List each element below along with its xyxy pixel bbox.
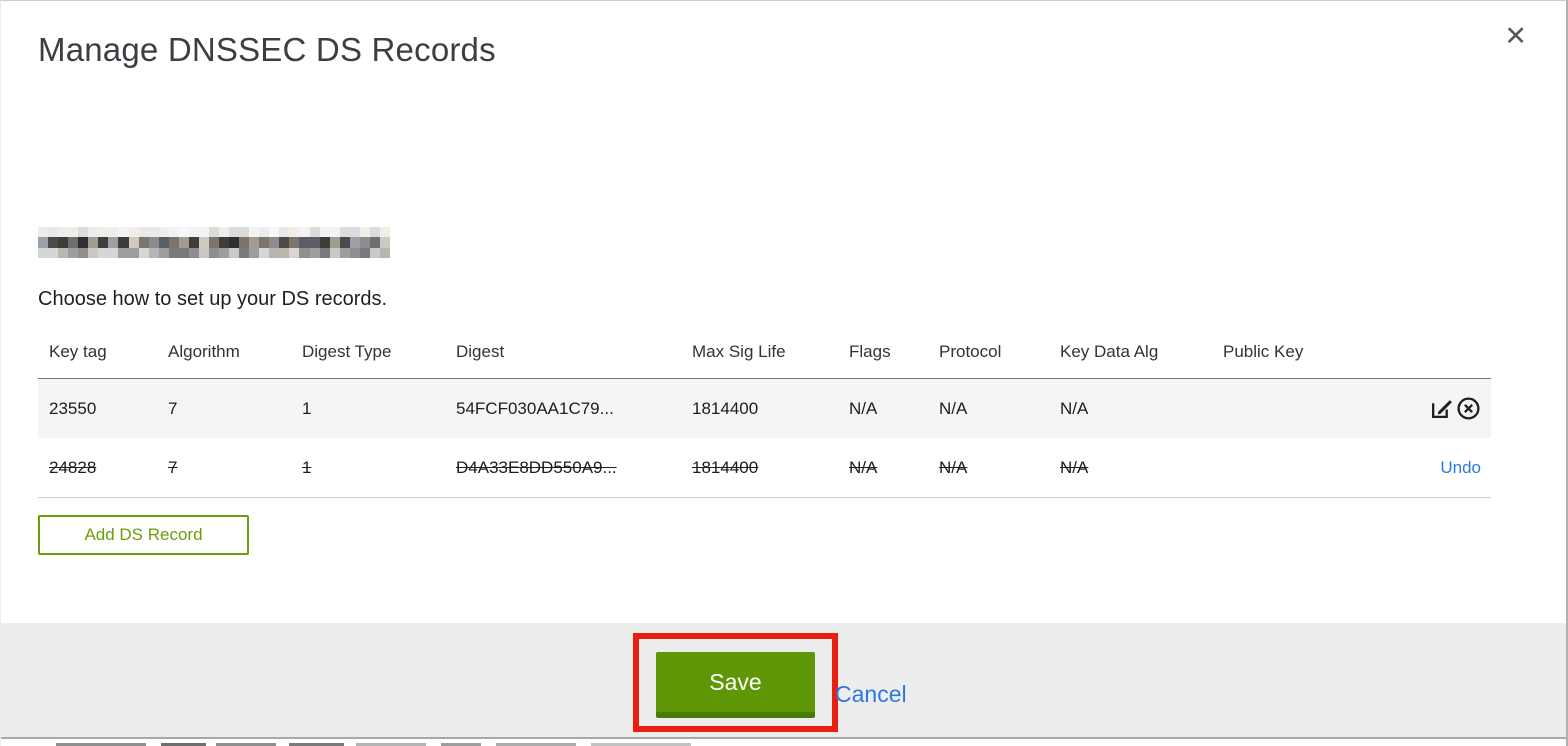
column-header-max-sig-life: Max Sig Life bbox=[692, 342, 786, 361]
cell-algorithm: 7 bbox=[168, 457, 178, 477]
cell-key-tag: 23550 bbox=[49, 398, 97, 418]
column-header-flags: Flags bbox=[849, 342, 891, 361]
cell-digest-type: 1 bbox=[302, 398, 312, 418]
cell-actions: Undo bbox=[1422, 458, 1491, 478]
cell-key-tag: 24828 bbox=[49, 457, 97, 477]
column-header-algorithm: Algorithm bbox=[168, 342, 240, 361]
dnssec-modal: Manage DNSSEC DS Records ✕ Choose how to… bbox=[0, 0, 1568, 746]
save-button[interactable]: Save bbox=[656, 652, 815, 718]
edit-record-icon[interactable] bbox=[1429, 396, 1454, 421]
cell-protocol: N/A bbox=[939, 457, 968, 477]
close-icon[interactable]: ✕ bbox=[1504, 23, 1527, 50]
cell-digest-type: 1 bbox=[302, 457, 312, 477]
column-header-public-key: Public Key bbox=[1223, 342, 1304, 361]
cell-key-data-alg: N/A bbox=[1060, 398, 1089, 418]
column-header-protocol: Protocol bbox=[939, 342, 1002, 361]
cell-key-data-alg: N/A bbox=[1060, 457, 1089, 477]
page-title: Manage DNSSEC DS Records bbox=[38, 31, 496, 68]
delete-record-icon[interactable] bbox=[1456, 396, 1481, 421]
cell-flags: N/A bbox=[849, 457, 878, 477]
table-row: 23550 7 1 54FCF030AA1C79... 1814400 N/A … bbox=[38, 378, 1491, 438]
cell-digest: D4A33E8DD550A9... bbox=[456, 457, 617, 477]
cell-digest: 54FCF030AA1C79... bbox=[456, 398, 614, 418]
cell-flags: N/A bbox=[849, 398, 878, 418]
redacted-domain-name bbox=[38, 227, 390, 258]
cell-algorithm: 7 bbox=[168, 398, 178, 418]
background-page-fragment bbox=[1, 741, 1566, 746]
cell-max-sig-life: 1814400 bbox=[692, 398, 759, 418]
table-row-deleted: 24828 7 1 D4A33E8DD550A9... 1814400 N/A … bbox=[38, 438, 1491, 498]
cell-actions bbox=[1422, 396, 1491, 421]
cell-max-sig-life: 1814400 bbox=[692, 457, 759, 477]
add-ds-record-button[interactable]: Add DS Record bbox=[38, 515, 249, 555]
ds-records-table: Key tag Algorithm Digest Type Digest Max… bbox=[38, 326, 1491, 498]
instruction-text: Choose how to set up your DS records. bbox=[38, 288, 388, 310]
table-header-row: Key tag Algorithm Digest Type Digest Max… bbox=[38, 326, 1491, 378]
column-header-key-data-alg: Key Data Alg bbox=[1060, 342, 1159, 361]
cell-protocol: N/A bbox=[939, 398, 968, 418]
column-header-digest-type: Digest Type bbox=[302, 342, 392, 361]
modal-footer: Save Cancel bbox=[1, 623, 1566, 739]
cancel-link[interactable]: Cancel bbox=[835, 681, 907, 708]
column-header-key-tag: Key tag bbox=[49, 342, 107, 361]
annotation-highlight-box: Save bbox=[633, 633, 838, 732]
undo-link[interactable]: Undo bbox=[1440, 458, 1481, 478]
column-header-digest: Digest bbox=[456, 342, 505, 361]
